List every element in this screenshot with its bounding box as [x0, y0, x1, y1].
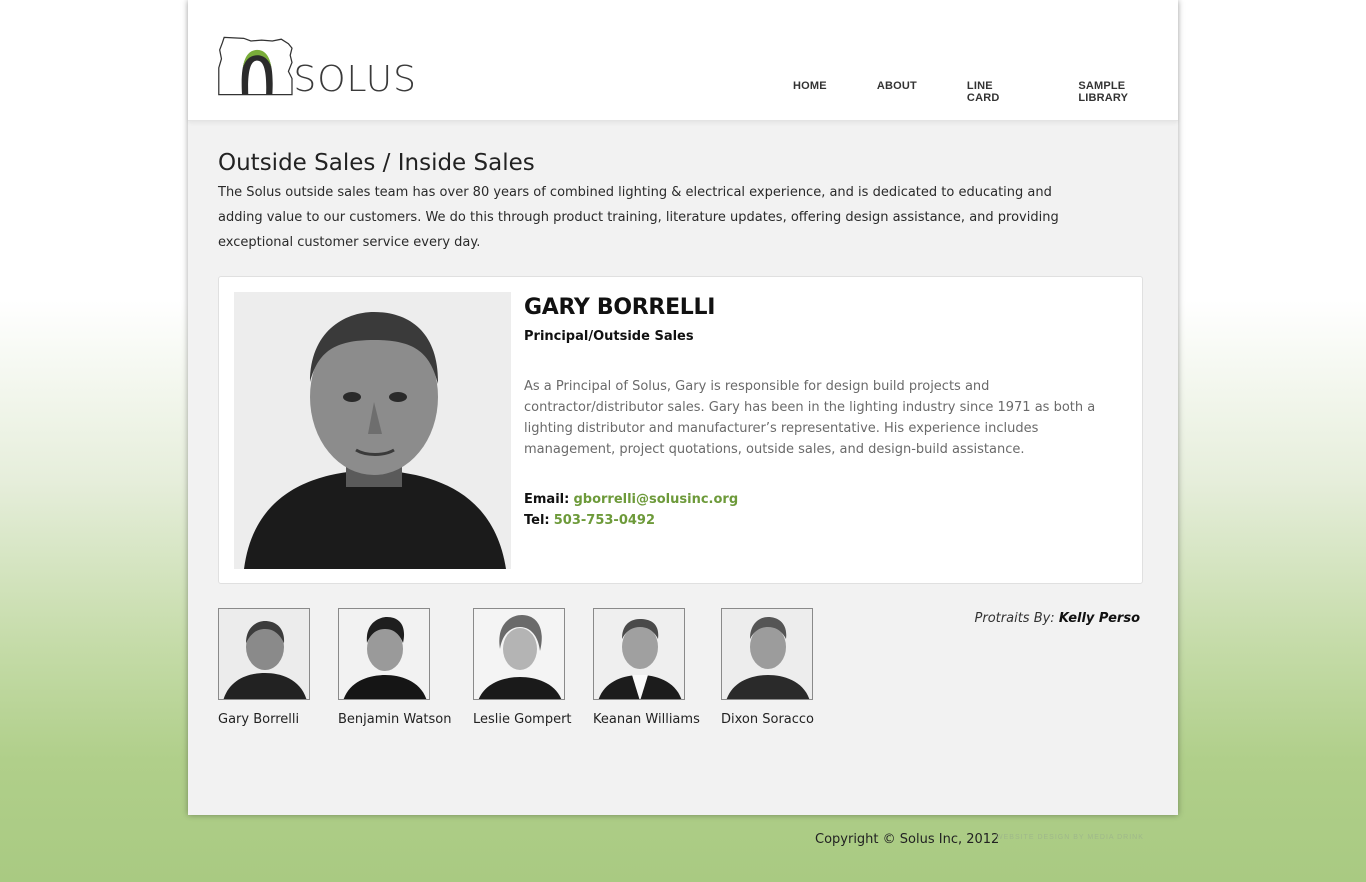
oregon-arch-logo-icon — [218, 36, 293, 96]
page-title: Outside Sales / Inside Sales — [218, 150, 535, 176]
tel-label: Tel: — [524, 513, 550, 528]
site-header: SOLUS HOME ABOUT LINE CARD SAMPLE LIBRAR… — [188, 0, 1178, 121]
footer-copyright: Copyright © Solus Inc, 2012 — [815, 832, 1000, 847]
site-logo[interactable]: SOLUS — [217, 30, 417, 100]
team-member-name[interactable]: Keanan Williams — [593, 712, 700, 727]
team-thumb-photo[interactable] — [218, 608, 310, 700]
team-member-name[interactable]: Leslie Gompert — [473, 712, 572, 727]
main-nav: HOME ABOUT LINE CARD SAMPLE LIBRARY — [793, 80, 1178, 104]
intro-text: The Solus outside sales team has over 80… — [218, 185, 1059, 250]
nav-line-card[interactable]: LINE CARD — [967, 80, 1028, 104]
portrait-thumb-icon — [339, 609, 429, 699]
team-member-benjamin-watson[interactable]: Benjamin Watson — [338, 608, 451, 727]
nav-sample-library[interactable]: SAMPLE LIBRARY — [1078, 80, 1178, 104]
nav-about[interactable]: ABOUT — [877, 80, 917, 104]
team-member-gary-borrelli[interactable]: Gary Borrelli — [218, 608, 310, 727]
portrait-photo-icon — [234, 292, 511, 569]
email-link[interactable]: gborrelli@solusinc.org — [573, 492, 738, 507]
team-thumb-photo[interactable] — [473, 608, 565, 700]
team-thumb-photo[interactable] — [338, 608, 430, 700]
profile-photo — [234, 292, 511, 569]
footer-design-credit-link[interactable]: WEBSITE DESIGN BY MEDIA DRINK — [996, 834, 1144, 841]
profile-card: GARY BORRELLI Principal/Outside Sales As… — [218, 276, 1143, 584]
portrait-thumb-icon — [474, 609, 564, 699]
profile-bio: As a Principal of Solus, Gary is respons… — [524, 379, 1096, 457]
team-member-dixon-soracco[interactable]: Dixon Soracco — [721, 608, 814, 727]
portrait-thumb-icon — [594, 609, 684, 699]
credit-photographer: Kelly Perso — [1058, 611, 1140, 626]
portrait-credit: Protraits By: Kelly Perso — [975, 611, 1140, 626]
page-container: SOLUS HOME ABOUT LINE CARD SAMPLE LIBRAR… — [188, 0, 1178, 815]
logo-wordmark: SOLUS — [293, 59, 417, 100]
team-thumb-photo[interactable] — [593, 608, 685, 700]
team-thumb-photo[interactable] — [721, 608, 813, 700]
email-label: Email: — [524, 492, 570, 507]
profile-role: Principal/Outside Sales — [524, 329, 694, 344]
team-member-name[interactable]: Benjamin Watson — [338, 712, 451, 727]
portrait-thumb-icon — [219, 609, 309, 699]
portrait-thumb-icon — [722, 609, 812, 699]
team-member-leslie-gompert[interactable]: Leslie Gompert — [473, 608, 572, 727]
team-member-name[interactable]: Dixon Soracco — [721, 712, 814, 727]
profile-name: GARY BORRELLI — [524, 295, 716, 320]
team-member-keanan-williams[interactable]: Keanan Williams — [593, 608, 700, 727]
credit-prefix: Protraits By: — [974, 611, 1055, 626]
team-member-name[interactable]: Gary Borrelli — [218, 712, 310, 727]
contact-info: Email: gborrelli@solusinc.org Tel: 503-7… — [524, 489, 738, 531]
nav-home[interactable]: HOME — [793, 80, 827, 104]
tel-link[interactable]: 503-753-0492 — [554, 513, 655, 528]
